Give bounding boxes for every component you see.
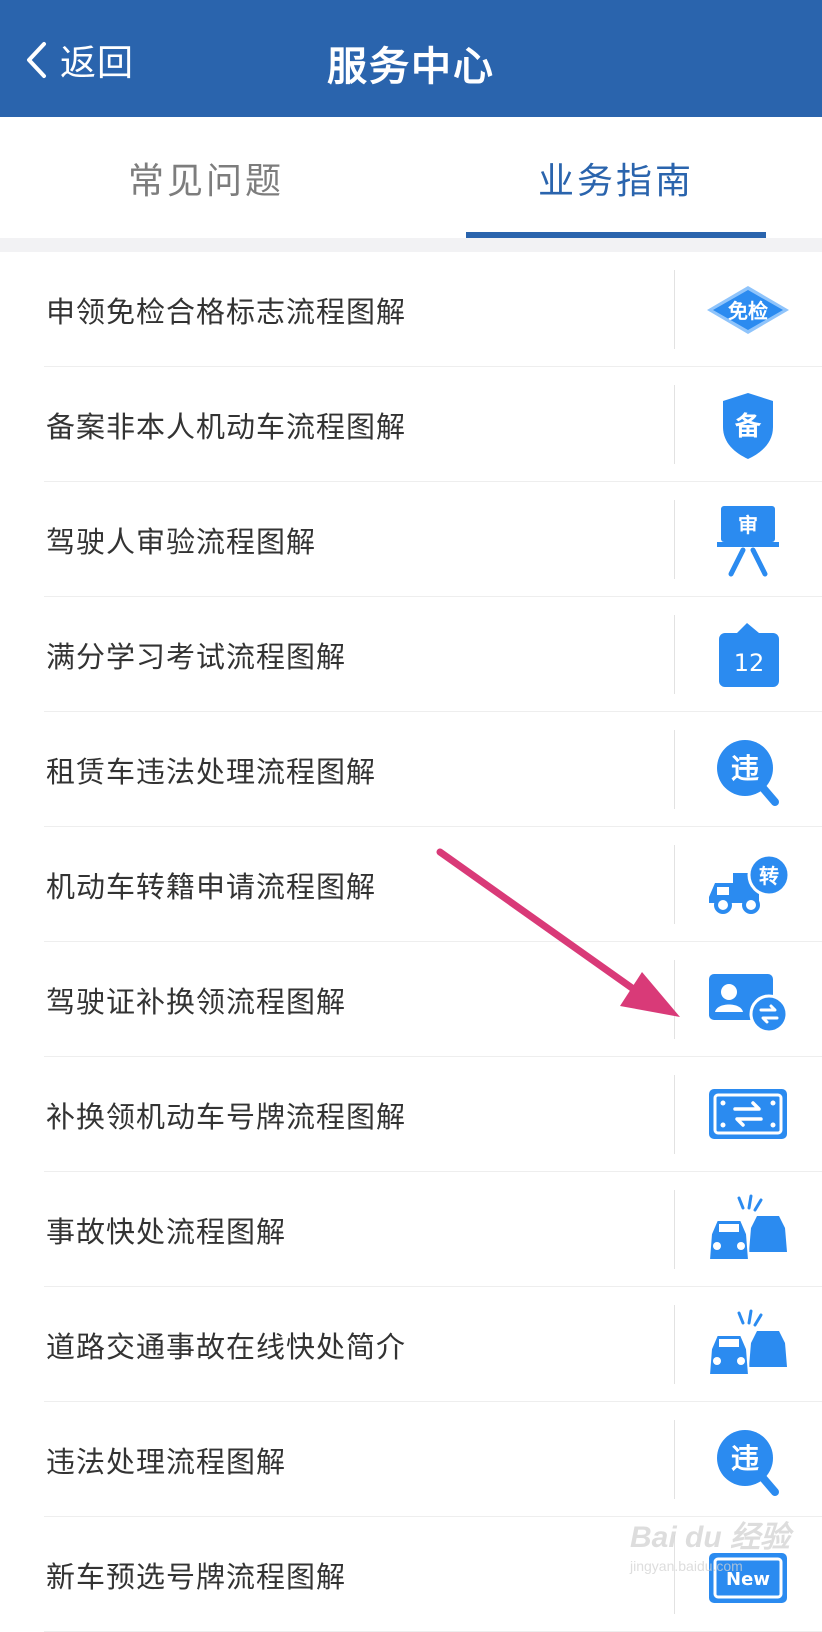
review-board-icon: 审 (700, 500, 796, 580)
list-item-label: 驾驶证补换领流程图解 (46, 984, 347, 1019)
list-item[interactable]: 驾驶人审验流程图解 审 (0, 482, 822, 597)
svg-text:12: 12 (734, 649, 765, 677)
guide-list: 申领免检合格标志流程图解 免检 备案非本人机动车流程图解 备 驾驶人审验流程图解 (0, 252, 822, 1632)
list-item-label: 满分学习考试流程图解 (46, 639, 347, 674)
item-divider (674, 1305, 675, 1384)
list-item[interactable]: 违法处理流程图解 违 (0, 1402, 822, 1517)
list-item-label: 新车预选号牌流程图解 (46, 1559, 347, 1594)
top-navbar: 返回 服务中心 (0, 0, 822, 117)
watermark-url: jingyan.baidu.com (630, 1558, 743, 1574)
exempt-inspection-diamond-icon: 免检 (700, 270, 796, 350)
list-item[interactable]: 补换领机动车号牌流程图解 (0, 1057, 822, 1172)
list-item-label: 违法处理流程图解 (46, 1444, 287, 1479)
item-divider (674, 270, 675, 349)
list-item[interactable]: 事故快处流程图解 (0, 1172, 822, 1287)
list-item-label: 机动车转籍申请流程图解 (46, 869, 377, 904)
list-item[interactable]: 租赁车违法处理流程图解 违 (0, 712, 822, 827)
svg-text:免检: 免检 (728, 299, 768, 323)
item-divider (674, 1190, 675, 1269)
list-item[interactable]: 满分学习考试流程图解 12 (0, 597, 822, 712)
section-divider (0, 238, 822, 252)
watermark-brand: Bai du 经验 (630, 1521, 791, 1554)
svg-text:审: 审 (738, 513, 758, 537)
item-divider (674, 960, 675, 1039)
item-divider (674, 385, 675, 464)
item-divider (674, 730, 675, 809)
tab-bar: 常见问题 业务指南 (0, 117, 822, 239)
item-divider (674, 1075, 675, 1154)
violation-search-icon: 违 (700, 730, 796, 810)
truck-transfer-icon: 转 (700, 845, 796, 925)
tab-guide[interactable]: 业务指南 (466, 117, 766, 238)
list-item[interactable]: 机动车转籍申请流程图解 转 (0, 827, 822, 942)
watermark: Bai du 经验 jingyan.baidu.com (630, 1512, 820, 1592)
exam-calendar-icon: 12 (700, 615, 796, 695)
tab-faq[interactable]: 常见问题 (56, 117, 356, 238)
plate-swap-icon (700, 1075, 796, 1155)
violation-search-icon: 违 (700, 1420, 796, 1500)
list-item[interactable]: 道路交通事故在线快处简介 (0, 1287, 822, 1402)
item-divider (674, 500, 675, 579)
svg-text:违: 违 (731, 752, 759, 785)
item-divider (674, 1420, 675, 1499)
list-item[interactable]: 驾驶证补换领流程图解 (0, 942, 822, 1057)
record-shield-icon: 备 (700, 385, 796, 465)
list-item-label: 驾驶人审验流程图解 (46, 524, 317, 559)
svg-text:转: 转 (759, 864, 779, 888)
svg-text:备: 备 (734, 412, 762, 442)
list-item[interactable]: 申领免检合格标志流程图解 免检 (0, 252, 822, 367)
list-item-label: 备案非本人机动车流程图解 (46, 409, 407, 444)
list-item[interactable]: 备案非本人机动车流程图解 备 (0, 367, 822, 482)
page-title: 服务中心 (327, 44, 495, 90)
car-collision-icon (700, 1305, 796, 1385)
list-item-label: 补换领机动车号牌流程图解 (46, 1099, 407, 1134)
list-item-label: 租赁车违法处理流程图解 (46, 754, 377, 789)
list-item-label: 事故快处流程图解 (46, 1214, 287, 1249)
list-item-label: 道路交通事故在线快处简介 (46, 1329, 407, 1364)
car-collision-icon (700, 1190, 796, 1270)
item-divider (674, 615, 675, 694)
license-swap-icon (700, 960, 796, 1040)
item-divider (674, 845, 675, 924)
svg-text:违: 违 (731, 1442, 759, 1475)
list-item-label: 申领免检合格标志流程图解 (46, 294, 407, 329)
